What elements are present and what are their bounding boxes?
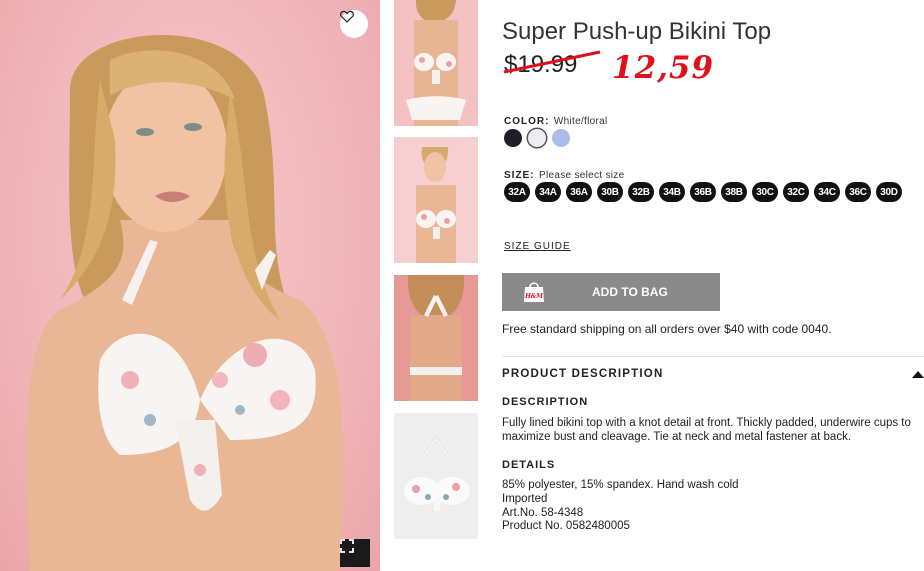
expand-icon: [340, 539, 354, 553]
heart-icon: [340, 10, 354, 23]
details-line: 85% polyester, 15% spandex. Hand wash co…: [502, 479, 739, 491]
divider: [502, 356, 924, 357]
favorite-button[interactable]: [340, 10, 368, 38]
size-label: SIZE:: [504, 170, 535, 181]
thumbnail-back[interactable]: [394, 275, 478, 401]
size-option[interactable]: 30C: [752, 182, 778, 202]
color-label: COLOR:: [504, 116, 550, 127]
price-strikethrough: [503, 50, 601, 74]
color-value: White/floral: [553, 116, 608, 127]
description-text: Fully lined bikini top with a knot detai…: [502, 416, 924, 444]
product-title: Super Push-up Bikini Top: [502, 18, 772, 45]
size-option[interactable]: 30D: [876, 182, 902, 202]
thumbnail-flat[interactable]: [394, 413, 478, 539]
details-heading: DETAILS: [502, 459, 556, 471]
thumbnail-front[interactable]: [394, 0, 478, 126]
size-option[interactable]: 32C: [783, 182, 809, 202]
size-options: 32A 34A 36A 30B 32B 34B 36B 38B 30C 32C …: [504, 182, 902, 202]
thumbnail-closeup[interactable]: [394, 137, 478, 263]
details-line: Product No. 0582480005: [502, 520, 630, 533]
details-line: Imported: [502, 492, 548, 505]
size-row: SIZE: Please select size: [504, 165, 624, 183]
shipping-info: Free standard shipping on all orders ove…: [502, 322, 832, 336]
add-to-bag-button[interactable]: H&M ADD TO BAG: [502, 273, 720, 311]
color-row: COLOR: White/floral: [504, 111, 608, 129]
fullscreen-button[interactable]: [340, 539, 370, 567]
product-details: Super Push-up Bikini Top $19.99 12,59 CO…: [502, 0, 924, 571]
model-photo: [26, 35, 344, 571]
description-line: Fully lined bikini top with a knot detai…: [502, 417, 911, 429]
details-list: 85% polyester, 15% spandex. Hand wash co…: [502, 479, 739, 534]
size-option[interactable]: 38B: [721, 182, 747, 202]
size-option[interactable]: 32B: [628, 182, 654, 202]
caret-up-icon[interactable]: [912, 371, 924, 378]
shopping-bag-icon: H&M: [524, 282, 544, 302]
size-option[interactable]: 36C: [845, 182, 871, 202]
details-line: Art.No. 58-4348: [502, 506, 584, 519]
color-swatches: [504, 129, 570, 147]
size-option[interactable]: 30B: [597, 182, 623, 202]
size-option[interactable]: 34B: [659, 182, 685, 202]
size-value: Please select size: [539, 170, 625, 181]
size-option[interactable]: 34A: [535, 182, 561, 202]
swatch-black[interactable]: [504, 129, 522, 147]
description-line: maximize bust and cleavage. Tie at neck …: [502, 431, 852, 443]
size-option[interactable]: 32A: [504, 182, 530, 202]
description-heading: DESCRIPTION: [502, 396, 589, 408]
swatch-light-blue[interactable]: [552, 129, 570, 147]
size-option[interactable]: 34C: [814, 182, 840, 202]
main-product-image[interactable]: [0, 0, 380, 571]
swatch-white-floral[interactable]: [528, 129, 546, 147]
product-description-heading[interactable]: PRODUCT DESCRIPTION: [502, 368, 663, 380]
size-option[interactable]: 36B: [690, 182, 716, 202]
size-option[interactable]: 36A: [566, 182, 592, 202]
sale-price: 12,59: [612, 50, 715, 86]
bag-logo-text: H&M: [524, 293, 543, 300]
add-to-bag-label: ADD TO BAG: [592, 285, 668, 299]
size-guide-link[interactable]: SIZE GUIDE: [504, 241, 571, 252]
